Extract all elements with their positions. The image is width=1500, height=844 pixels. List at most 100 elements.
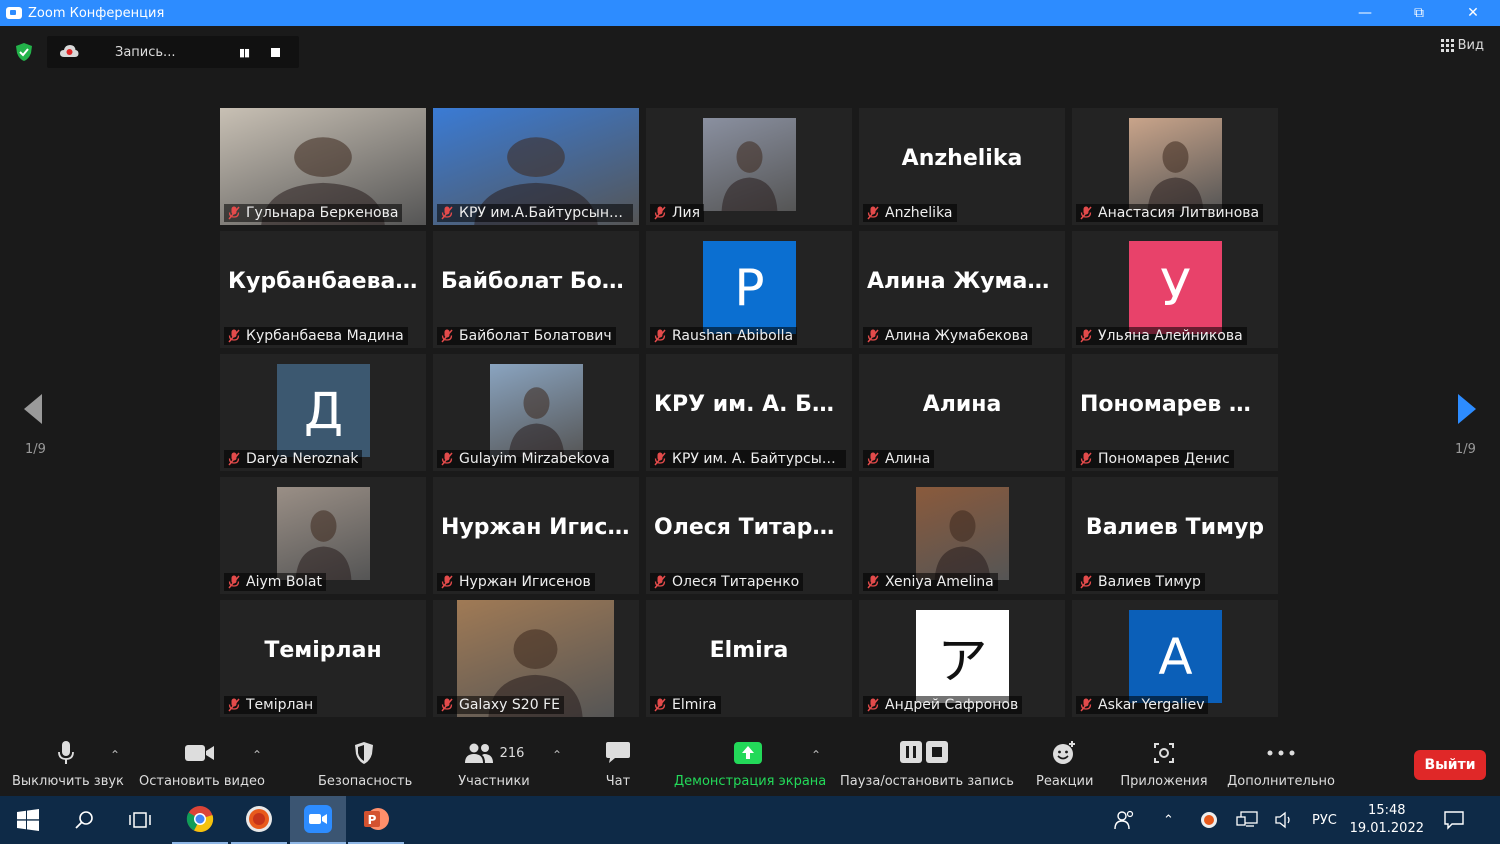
taskbar-chrome[interactable] — [172, 796, 228, 844]
pause-recording-icon[interactable]: ▮▮ — [239, 46, 250, 59]
page-indicator-right: 1/9 — [1455, 442, 1476, 457]
recording-bar: Запись... ▮▮ — [47, 36, 299, 68]
taskbar-recorder[interactable] — [231, 796, 287, 844]
pause-stop-recording-button[interactable]: Пауза/остановить запись — [840, 738, 1014, 789]
apps-button[interactable]: Приложения — [1120, 738, 1208, 789]
system-clock[interactable]: 15:48 19.01.2022 — [1350, 802, 1424, 838]
search-icon — [75, 811, 93, 829]
chrome-icon — [186, 806, 214, 833]
prev-page-icon[interactable] — [22, 392, 44, 426]
avatar-letter: P — [703, 241, 796, 334]
participant-tile[interactable]: Байболат Бола... Байболат Болатович — [433, 231, 639, 348]
participant-nameplate: Ульяна Алейникова — [1076, 327, 1247, 345]
participant-name: Анастасия Литвинова — [1098, 205, 1260, 221]
participant-tile[interactable]: Xeniya Amelina — [859, 477, 1065, 594]
minimize-button[interactable]: — — [1338, 0, 1392, 26]
participant-tile[interactable]: КРУ им.А.Байтурсынова Ал... — [433, 108, 639, 225]
participant-tile[interactable]: Д Darya Neroznak — [220, 354, 426, 471]
cloud-record-icon — [60, 45, 79, 57]
participant-tile[interactable]: Нуржан Игисе... Нуржан Игисенов — [433, 477, 639, 594]
apps-icon — [1154, 743, 1174, 763]
notifications-icon[interactable] — [1443, 796, 1465, 844]
taskbar-zoom[interactable] — [290, 796, 346, 844]
participant-display-name: Elmira — [709, 638, 789, 663]
microphone-icon — [58, 741, 74, 764]
reactions-button[interactable]: Реакции — [1036, 738, 1093, 789]
avatar-letter: ア — [916, 610, 1009, 703]
chat-button[interactable]: Чат — [600, 738, 636, 789]
share-screen-button[interactable]: Демонстрация экрана — [674, 738, 826, 789]
participant-nameplate: Курбанбаева Мадина — [224, 327, 408, 345]
participant-tile[interactable]: Elmira Elmira — [646, 600, 852, 717]
participant-tile[interactable]: Гульнара Беркенова — [220, 108, 426, 225]
participant-tile[interactable]: Алина Жумабе... Алина Жумабекова — [859, 231, 1065, 348]
muted-mic-icon — [228, 575, 240, 589]
people-glyph-icon — [1114, 810, 1134, 830]
participant-tile[interactable]: Galaxy S20 FE — [433, 600, 639, 717]
encryption-shield-icon[interactable] — [14, 42, 34, 62]
tray-recorder-icon[interactable] — [1200, 796, 1218, 844]
input-language[interactable]: РУС — [1312, 796, 1337, 844]
close-button[interactable]: ✕ — [1446, 0, 1500, 26]
participant-tile[interactable]: Gulayim Mirzabekova — [433, 354, 639, 471]
restore-button[interactable]: ⧉ — [1392, 0, 1446, 26]
taskbar-powerpoint[interactable]: P — [348, 796, 404, 844]
stop-recording-icon[interactable] — [271, 47, 281, 57]
participant-nameplate: Galaxy S20 FE — [437, 696, 564, 714]
participant-tile[interactable]: Anzhelika Anzhelika — [859, 108, 1065, 225]
next-page-icon[interactable] — [1456, 392, 1478, 426]
participant-tile[interactable]: Пономарев Де... Пономарев Денис — [1072, 354, 1278, 471]
participant-display-name: Алина Жумабе... — [867, 269, 1065, 294]
participant-nameplate: Anzhelika — [863, 204, 957, 222]
security-button[interactable]: Безопасность — [318, 738, 412, 789]
participant-nameplate: КРУ им.А.Байтурсынова Ал... — [437, 204, 633, 222]
muted-mic-icon — [1080, 698, 1092, 712]
participant-tile[interactable]: Курбанбаева... Курбанбаева Мадина — [220, 231, 426, 348]
participant-tile[interactable]: Валиев Тимур Валиев Тимур — [1072, 477, 1278, 594]
stop-video-button[interactable]: Остановить видео — [139, 738, 265, 789]
participant-tile[interactable]: Лия — [646, 108, 852, 225]
volume-icon[interactable] — [1274, 796, 1294, 844]
participant-name: Ульяна Алейникова — [1098, 328, 1243, 344]
task-view-button[interactable] — [112, 796, 168, 844]
participant-display-name: Валиев Тимур — [1085, 515, 1265, 540]
mute-button[interactable]: Выключить звук — [12, 738, 124, 789]
show-hidden-icons-icon[interactable]: ⌃ — [1163, 796, 1174, 844]
participant-tile[interactable]: Темірлан Темірлан — [220, 600, 426, 717]
participants-button[interactable]: 216 Участники — [458, 738, 530, 789]
tray-record-dot-icon — [1201, 812, 1217, 828]
audio-options-caret-icon[interactable]: ⌃ — [110, 748, 120, 762]
zoom-icon — [304, 805, 332, 833]
network-icon[interactable] — [1236, 796, 1258, 844]
participant-nameplate: КРУ им. А. Байтурсынов... — [650, 450, 846, 468]
leave-button[interactable]: Выйти — [1414, 750, 1486, 780]
start-button[interactable] — [0, 796, 56, 844]
participant-name: Андрей Сафронов — [885, 697, 1019, 713]
muted-mic-icon — [228, 206, 240, 220]
task-view-icon — [129, 812, 151, 828]
more-button[interactable]: Дополнительно — [1226, 738, 1336, 789]
meeting-toolbar: Выключить звук ⌃ Остановить видео ⌃ Безо… — [0, 730, 1500, 796]
participant-tile[interactable]: P Raushan Abibolla — [646, 231, 852, 348]
person-silhouette-icon — [721, 141, 778, 211]
participant-tile[interactable]: У Ульяна Алейникова — [1072, 231, 1278, 348]
taskbar-search-button[interactable] — [56, 796, 112, 844]
participants-caret-icon[interactable]: ⌃ — [552, 748, 562, 762]
pause-stop-icon — [899, 741, 948, 763]
participant-tile[interactable]: Анастасия Литвинова — [1072, 108, 1278, 225]
participant-tile[interactable]: ア Андрей Сафронов — [859, 600, 1065, 717]
participant-nameplate: Askar Yergaliev — [1076, 696, 1209, 714]
view-button[interactable]: Вид — [1440, 38, 1484, 53]
windows-logo-icon — [17, 809, 39, 831]
grid-view-icon — [1440, 39, 1454, 52]
participant-tile[interactable]: Олеся Титаренко Олеся Титаренко — [646, 477, 852, 594]
participant-name: Elmira — [672, 697, 717, 713]
participant-tile[interactable]: Aiym Bolat — [220, 477, 426, 594]
participant-nameplate: Темірлан — [224, 696, 318, 714]
participant-tile[interactable]: КРУ им. А. Бай... КРУ им. А. Байтурсынов.… — [646, 354, 852, 471]
people-icon[interactable] — [1114, 796, 1136, 844]
video-options-caret-icon[interactable]: ⌃ — [252, 748, 262, 762]
share-options-caret-icon[interactable]: ⌃ — [811, 748, 821, 762]
participant-tile[interactable]: A Askar Yergaliev — [1072, 600, 1278, 717]
participant-tile[interactable]: Алина Алина — [859, 354, 1065, 471]
